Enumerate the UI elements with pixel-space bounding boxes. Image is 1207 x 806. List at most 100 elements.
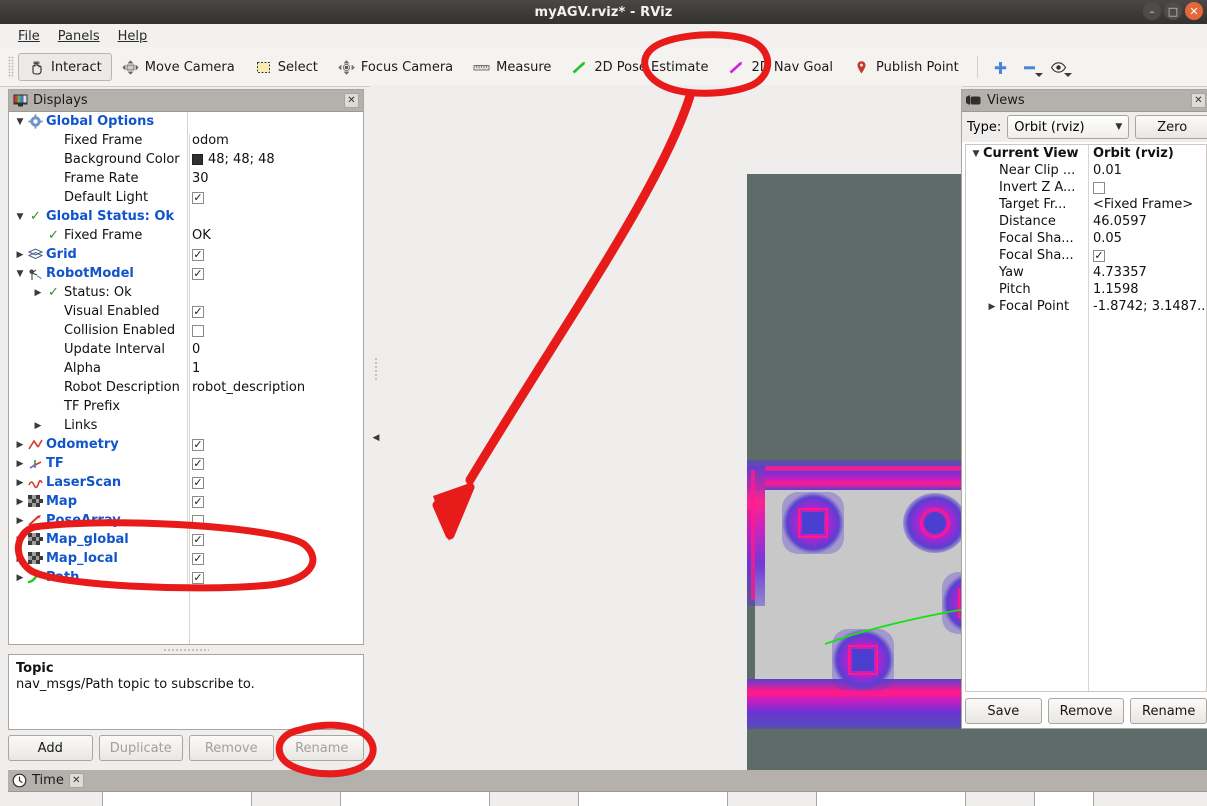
- view-row-distance[interactable]: Distance 46.0597: [966, 213, 1206, 230]
- menu-item-panels[interactable]: Panels: [58, 29, 100, 44]
- display-row-value-cell[interactable]: [187, 207, 363, 226]
- display-row-frame-rate[interactable]: Frame Rate 30: [9, 169, 363, 188]
- display-visibility-checkbox[interactable]: ✓: [192, 495, 204, 508]
- display-row-value-cell[interactable]: OK: [187, 226, 363, 245]
- chevron-right-icon[interactable]: ▶: [13, 554, 27, 564]
- views-rename-button[interactable]: Rename: [1130, 698, 1207, 724]
- display-row-global-status-ok[interactable]: ▼ ✓ Global Status: Ok: [9, 207, 363, 226]
- display-row-value-cell[interactable]: ✓: [187, 264, 363, 283]
- chevron-right-icon[interactable]: ▶: [13, 250, 27, 260]
- view-property-checkbox[interactable]: ✓: [1093, 249, 1105, 262]
- menu-item-help[interactable]: Help: [118, 29, 148, 44]
- chevron-right-icon[interactable]: ▶: [13, 516, 27, 526]
- tool-focus-camera[interactable]: Focus Camera: [328, 53, 463, 81]
- display-row-value-cell[interactable]: [187, 112, 363, 131]
- display-row-map-global[interactable]: ▶ Map_global ✓: [9, 530, 363, 549]
- display-row-background-color[interactable]: Background Color 48; 48; 48: [9, 150, 363, 169]
- display-row-value-cell[interactable]: odom: [187, 131, 363, 150]
- display-row-global-options[interactable]: ▼ Global Options: [9, 112, 363, 131]
- close-icon[interactable]: ✕: [1185, 2, 1203, 20]
- display-row-value-cell[interactable]: [187, 416, 363, 435]
- chevron-right-icon[interactable]: ▶: [13, 535, 27, 545]
- display-row-collision-enabled[interactable]: Collision Enabled: [9, 321, 363, 340]
- tool-publish-point[interactable]: Publish Point: [843, 53, 969, 81]
- visibility-tool-button[interactable]: [1044, 60, 1073, 77]
- display-row-value-cell[interactable]: ✓: [187, 188, 363, 207]
- view-row-value-cell[interactable]: -1.8742; 3.1487...: [1088, 298, 1206, 315]
- tool-select[interactable]: Select: [245, 53, 328, 81]
- display-row-grid[interactable]: ▶ Grid ✓: [9, 245, 363, 264]
- display-row-robotmodel[interactable]: ▼ RobotModel ✓: [9, 264, 363, 283]
- display-row-odometry[interactable]: ▶ Odometry ✓: [9, 435, 363, 454]
- chevron-right-icon[interactable]: ▶: [13, 573, 27, 583]
- view-row-value-cell[interactable]: Orbit (rviz): [1088, 145, 1206, 162]
- display-row-value-cell[interactable]: 0: [187, 340, 363, 359]
- display-row-fixed-frame[interactable]: ✓ Fixed Frame OK: [9, 226, 363, 245]
- minimize-icon[interactable]: –: [1143, 2, 1161, 20]
- view-row-focal-sha[interactable]: Focal Sha... ✓: [966, 247, 1206, 264]
- display-visibility-checkbox[interactable]: ✓: [192, 533, 204, 546]
- view-row-value-cell[interactable]: <Fixed Frame>: [1088, 196, 1206, 213]
- display-row-value-cell[interactable]: ✓: [187, 530, 363, 549]
- view-row-target-fr[interactable]: Target Fr... <Fixed Frame>: [966, 196, 1206, 213]
- menu-item-file[interactable]: File: [18, 29, 40, 44]
- tool-interact[interactable]: Interact: [18, 53, 112, 81]
- display-row-links[interactable]: ▶ Links: [9, 416, 363, 435]
- close-icon[interactable]: ✕: [1191, 93, 1206, 108]
- remove-tool-button[interactable]: [1015, 60, 1044, 77]
- view-row-yaw[interactable]: Yaw 4.73357: [966, 264, 1206, 281]
- display-row-fixed-frame[interactable]: Fixed Frame odom: [9, 131, 363, 150]
- ros-time-field[interactable]: [102, 792, 252, 806]
- display-visibility-checkbox[interactable]: ✓: [192, 571, 204, 584]
- display-row-value-cell[interactable]: [187, 397, 363, 416]
- display-row-alpha[interactable]: Alpha 1: [9, 359, 363, 378]
- maximize-icon[interactable]: □: [1164, 2, 1182, 20]
- chevron-right-icon[interactable]: ▶: [31, 288, 45, 298]
- chevron-right-icon[interactable]: ▶: [31, 421, 45, 431]
- chevron-right-icon[interactable]: ▶: [13, 497, 27, 507]
- display-row-map-local[interactable]: ▶ Map_local ✓: [9, 549, 363, 568]
- display-row-value-cell[interactable]: ✓: [187, 492, 363, 511]
- display-row-value-cell[interactable]: 48; 48; 48: [187, 150, 363, 169]
- view-row-value-cell[interactable]: 46.0597: [1088, 213, 1206, 230]
- views-save-button[interactable]: Save: [965, 698, 1042, 724]
- view-row-focal-sha[interactable]: Focal Sha... 0.05: [966, 230, 1206, 247]
- chevron-down-icon[interactable]: ▼: [969, 149, 983, 159]
- chevron-down-icon[interactable]: ▼: [13, 212, 27, 222]
- wall-elapsed-field[interactable]: [816, 792, 966, 806]
- display-visibility-checkbox[interactable]: ✓: [192, 191, 204, 204]
- chevron-right-icon[interactable]: ▶: [985, 302, 999, 312]
- display-visibility-checkbox[interactable]: [192, 514, 204, 527]
- display-row-robot-description[interactable]: Robot Description robot_description: [9, 378, 363, 397]
- display-row-value-cell[interactable]: ✓: [187, 473, 363, 492]
- display-row-visual-enabled[interactable]: Visual Enabled ✓: [9, 302, 363, 321]
- display-row-path[interactable]: ▶ Path ✓: [9, 568, 363, 587]
- close-icon[interactable]: ✕: [68, 773, 84, 788]
- tool-2d-nav-goal[interactable]: 2D Nav Goal: [718, 53, 843, 81]
- display-row-value-cell[interactable]: ✓: [187, 568, 363, 587]
- view-row-value-cell[interactable]: 0.01: [1088, 162, 1206, 179]
- view-row-value-cell[interactable]: 0.05: [1088, 230, 1206, 247]
- zero-button[interactable]: Zero: [1135, 115, 1207, 139]
- display-visibility-checkbox[interactable]: ✓: [192, 457, 204, 470]
- display-row-tf-prefix[interactable]: TF Prefix: [9, 397, 363, 416]
- display-row-value-cell[interactable]: [187, 511, 363, 530]
- view-row-focal-point[interactable]: ▶ Focal Point -1.8742; 3.1487...: [966, 298, 1206, 315]
- views-property-tree[interactable]: ▼ Current View Orbit (rviz) Near Clip ... 0.…: [965, 144, 1207, 692]
- display-visibility-checkbox[interactable]: ✓: [192, 267, 204, 280]
- display-row-posearray[interactable]: ▶ PoseArray: [9, 511, 363, 530]
- display-row-laserscan[interactable]: ▶ LaserScan ✓: [9, 473, 363, 492]
- display-row-value-cell[interactable]: ✓: [187, 435, 363, 454]
- add-button[interactable]: Add: [8, 735, 93, 761]
- view-type-select[interactable]: Orbit (rviz) ▼: [1007, 115, 1130, 139]
- ros-elapsed-field[interactable]: [340, 792, 490, 806]
- chevron-down-icon[interactable]: ▼: [13, 269, 27, 279]
- tool-move-camera[interactable]: Move Camera: [112, 53, 245, 81]
- chevron-down-icon[interactable]: [1034, 72, 1043, 77]
- color-swatch[interactable]: [192, 154, 203, 165]
- chevron-right-icon[interactable]: ▶: [13, 459, 27, 469]
- wall-time-field[interactable]: [578, 792, 728, 806]
- display-row-value-cell[interactable]: ✓: [187, 302, 363, 321]
- view-row-value-cell[interactable]: ✓: [1088, 247, 1206, 264]
- display-row-value-cell[interactable]: 30: [187, 169, 363, 188]
